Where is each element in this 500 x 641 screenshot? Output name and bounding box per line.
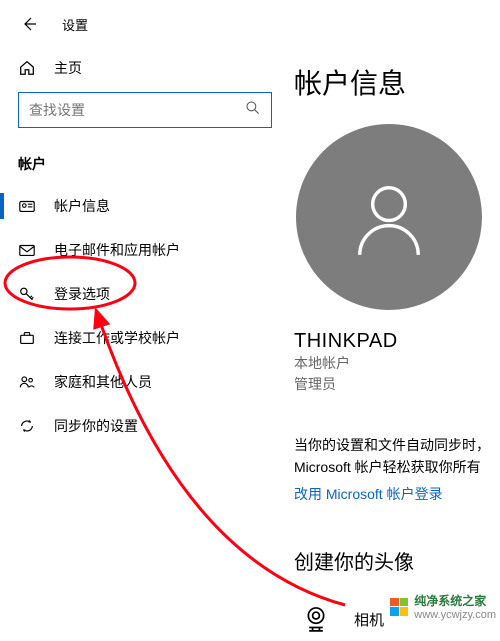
sidebar-home-label: 主页 — [54, 58, 82, 78]
create-avatar-title: 创建你的头像 — [294, 546, 500, 575]
id-card-icon — [18, 197, 40, 215]
camera-icon — [294, 597, 338, 641]
watermark: 纯净系统之家 www.ycwjzy.com — [390, 592, 496, 621]
sidebar-item-label: 家庭和其他人员 — [54, 372, 152, 392]
sidebar-item-signin-options[interactable]: 登录选项 — [0, 272, 290, 316]
main-panel: 帐户信息 THINKPAD 本地帐户 管理员 当你的设置和文件自动同步时，Mic… — [290, 48, 500, 621]
watermark-url: www.ycwjzy.com — [414, 609, 496, 621]
sidebar-item-family[interactable]: 家庭和其他人员 — [0, 360, 290, 404]
avatar-block: THINKPAD 本地帐户 管理员 — [294, 124, 500, 395]
watermark-name: 纯净系统之家 — [414, 592, 496, 609]
search-box[interactable] — [18, 92, 272, 128]
sync-icon — [18, 417, 40, 435]
page-title: 帐户信息 — [294, 62, 500, 102]
home-icon — [18, 59, 40, 77]
sidebar-item-label: 连接工作或学校帐户 — [54, 328, 180, 348]
mail-icon — [18, 241, 40, 259]
user-type: 本地帐户 — [294, 353, 500, 374]
user-name: THINKPAD — [294, 330, 500, 353]
key-icon — [18, 285, 40, 303]
search-icon — [245, 100, 261, 121]
watermark-logo-icon — [390, 598, 408, 616]
sidebar-item-work-school[interactable]: 连接工作或学校帐户 — [0, 316, 290, 360]
sidebar-section-title: 帐户 — [0, 128, 290, 184]
sidebar-item-label: 登录选项 — [54, 284, 110, 304]
sidebar-item-label: 帐户信息 — [54, 196, 110, 216]
camera-label: 相机 — [354, 609, 384, 630]
sidebar-item-label: 同步你的设置 — [54, 416, 138, 436]
search-input[interactable] — [29, 102, 245, 118]
sidebar-item-sync[interactable]: 同步你的设置 — [0, 404, 290, 448]
person-icon — [346, 174, 432, 260]
sidebar: 主页 帐户 帐户信息 电子邮件和应用帐户 — [0, 48, 290, 621]
switch-to-ms-account-link[interactable]: 改用 Microsoft 帐户登录 — [294, 484, 443, 504]
people-icon — [18, 373, 40, 391]
sidebar-item-label: 电子邮件和应用帐户 — [54, 240, 180, 260]
app-title: 设置 — [62, 15, 88, 34]
sidebar-item-account-info[interactable]: 帐户信息 — [0, 184, 290, 228]
avatar — [296, 124, 482, 310]
sidebar-home[interactable]: 主页 — [0, 48, 290, 88]
back-button[interactable] — [14, 9, 44, 39]
sidebar-item-email[interactable]: 电子邮件和应用帐户 — [0, 228, 290, 272]
back-arrow-icon — [21, 16, 37, 32]
sync-description: 当你的设置和文件自动同步时，Microsoft 帐户轻松获取你所有 — [294, 435, 500, 478]
window-header: 设置 — [0, 0, 500, 48]
briefcase-icon — [18, 329, 40, 347]
user-role: 管理员 — [294, 374, 500, 395]
